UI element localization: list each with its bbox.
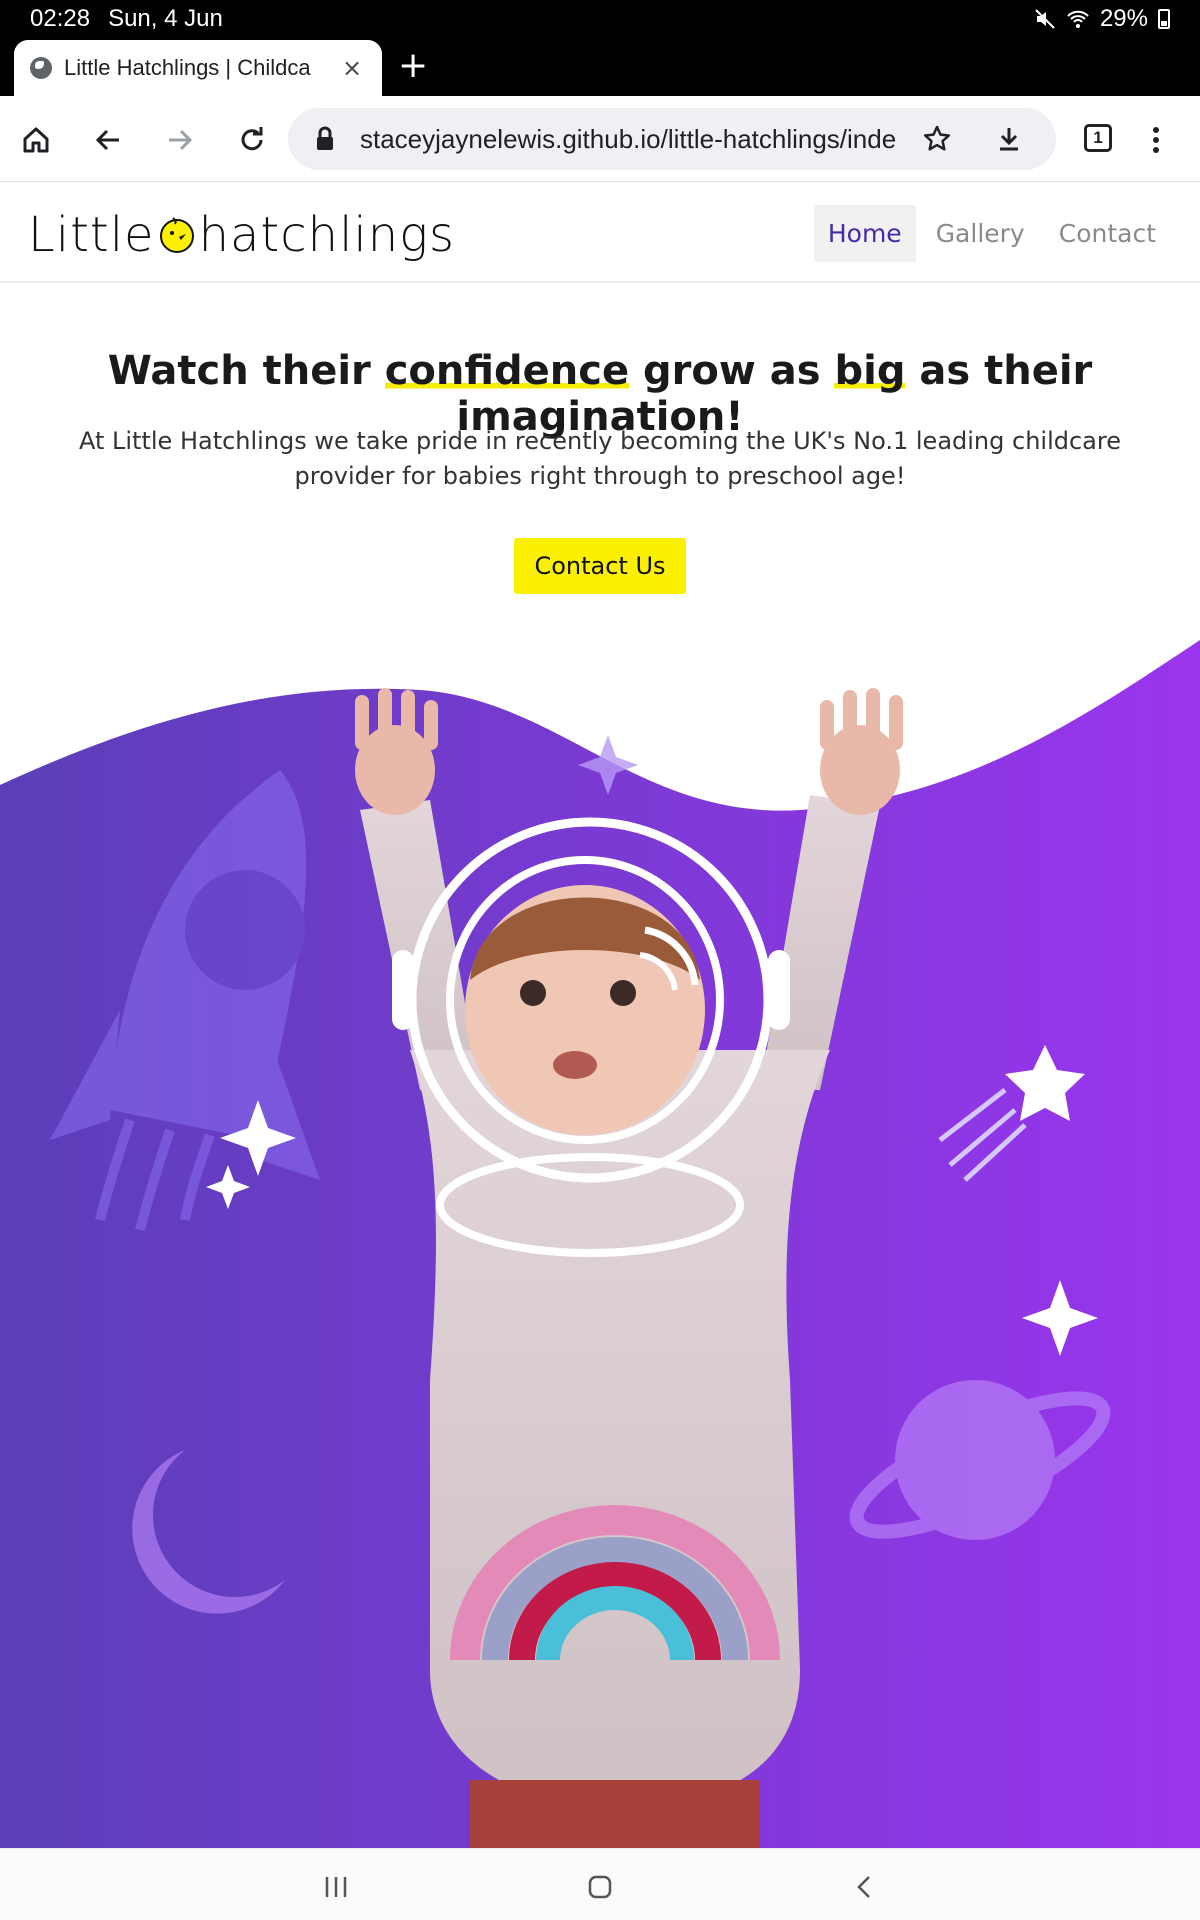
wifi-icon <box>1067 10 1089 28</box>
status-time: 02:28 <box>30 5 91 32</box>
tab-title: Little Hatchlings | Childca <box>64 55 311 80</box>
url-text: staceyjaynelewis.github.io/little-hatchl… <box>360 124 897 154</box>
tab-switcher-button[interactable]: 1 <box>1084 124 1112 152</box>
forward-arrow-icon <box>169 129 193 151</box>
hero-title-highlight: big <box>834 348 906 394</box>
logo-text-right: hatchlings <box>198 207 455 263</box>
download-icon[interactable] <box>994 124 1024 154</box>
tab-close-button[interactable]: × <box>342 54 362 82</box>
recents-button[interactable] <box>316 1867 356 1907</box>
forward-button[interactable] <box>158 118 202 162</box>
browser-toolbar: staceyjaynelewis.github.io/little-hatchl… <box>0 96 1200 182</box>
nav-gallery[interactable]: Gallery <box>922 205 1039 262</box>
battery-icon <box>1158 9 1170 29</box>
home-button[interactable] <box>14 118 58 162</box>
home-nav-icon <box>588 1875 612 1899</box>
recents-icon <box>325 1877 347 1897</box>
home-icon <box>23 127 49 153</box>
back-nav-icon <box>857 1876 870 1898</box>
new-tab-button[interactable]: + <box>398 46 428 86</box>
reload-icon <box>241 127 263 151</box>
mute-icon <box>1035 9 1055 29</box>
chick-logo-icon <box>159 217 194 253</box>
tab-strip: Little Hatchlings | Childca × + <box>0 36 1200 96</box>
hero-title-highlight: confidence <box>384 348 630 394</box>
reload-button[interactable] <box>230 118 274 162</box>
nav-home[interactable]: Home <box>813 205 916 262</box>
status-date: Sun, 4 Jun <box>108 5 223 32</box>
hero-title-part: grow as <box>629 348 835 394</box>
back-arrow-icon <box>95 129 119 151</box>
site-header: Little hatchlings Home Gallery Contact <box>0 183 1200 283</box>
browser-tab[interactable]: Little Hatchlings | Childca × <box>14 40 382 96</box>
back-nav-button[interactable] <box>844 1867 884 1907</box>
contact-us-button[interactable]: Contact Us <box>514 538 686 594</box>
menu-button[interactable] <box>1134 118 1178 162</box>
home-nav-button[interactable] <box>580 1867 620 1907</box>
hero-title-part: Watch their <box>107 348 385 394</box>
logo-text-left: Little <box>28 207 155 263</box>
system-navigation-bar <box>0 1848 1200 1920</box>
hero-illustration <box>0 640 1200 1848</box>
bookmark-star-icon[interactable] <box>922 124 952 154</box>
site-nav: Home Gallery Contact <box>813 205 1170 262</box>
address-bar[interactable]: staceyjaynelewis.github.io/little-hatchl… <box>288 108 1056 170</box>
lock-icon <box>317 126 333 150</box>
back-button[interactable] <box>86 118 130 162</box>
more-vert-icon <box>1153 127 1159 153</box>
globe-icon <box>30 57 52 79</box>
hero-subtitle: At Little Hatchlings we take pride in re… <box>78 427 1121 490</box>
status-bar: 02:28 Sun, 4 Jun 29% <box>0 0 1200 36</box>
site-logo[interactable]: Little hatchlings <box>28 195 455 275</box>
battery-percent: 29% <box>1099 5 1148 32</box>
nav-contact[interactable]: Contact <box>1045 205 1170 262</box>
